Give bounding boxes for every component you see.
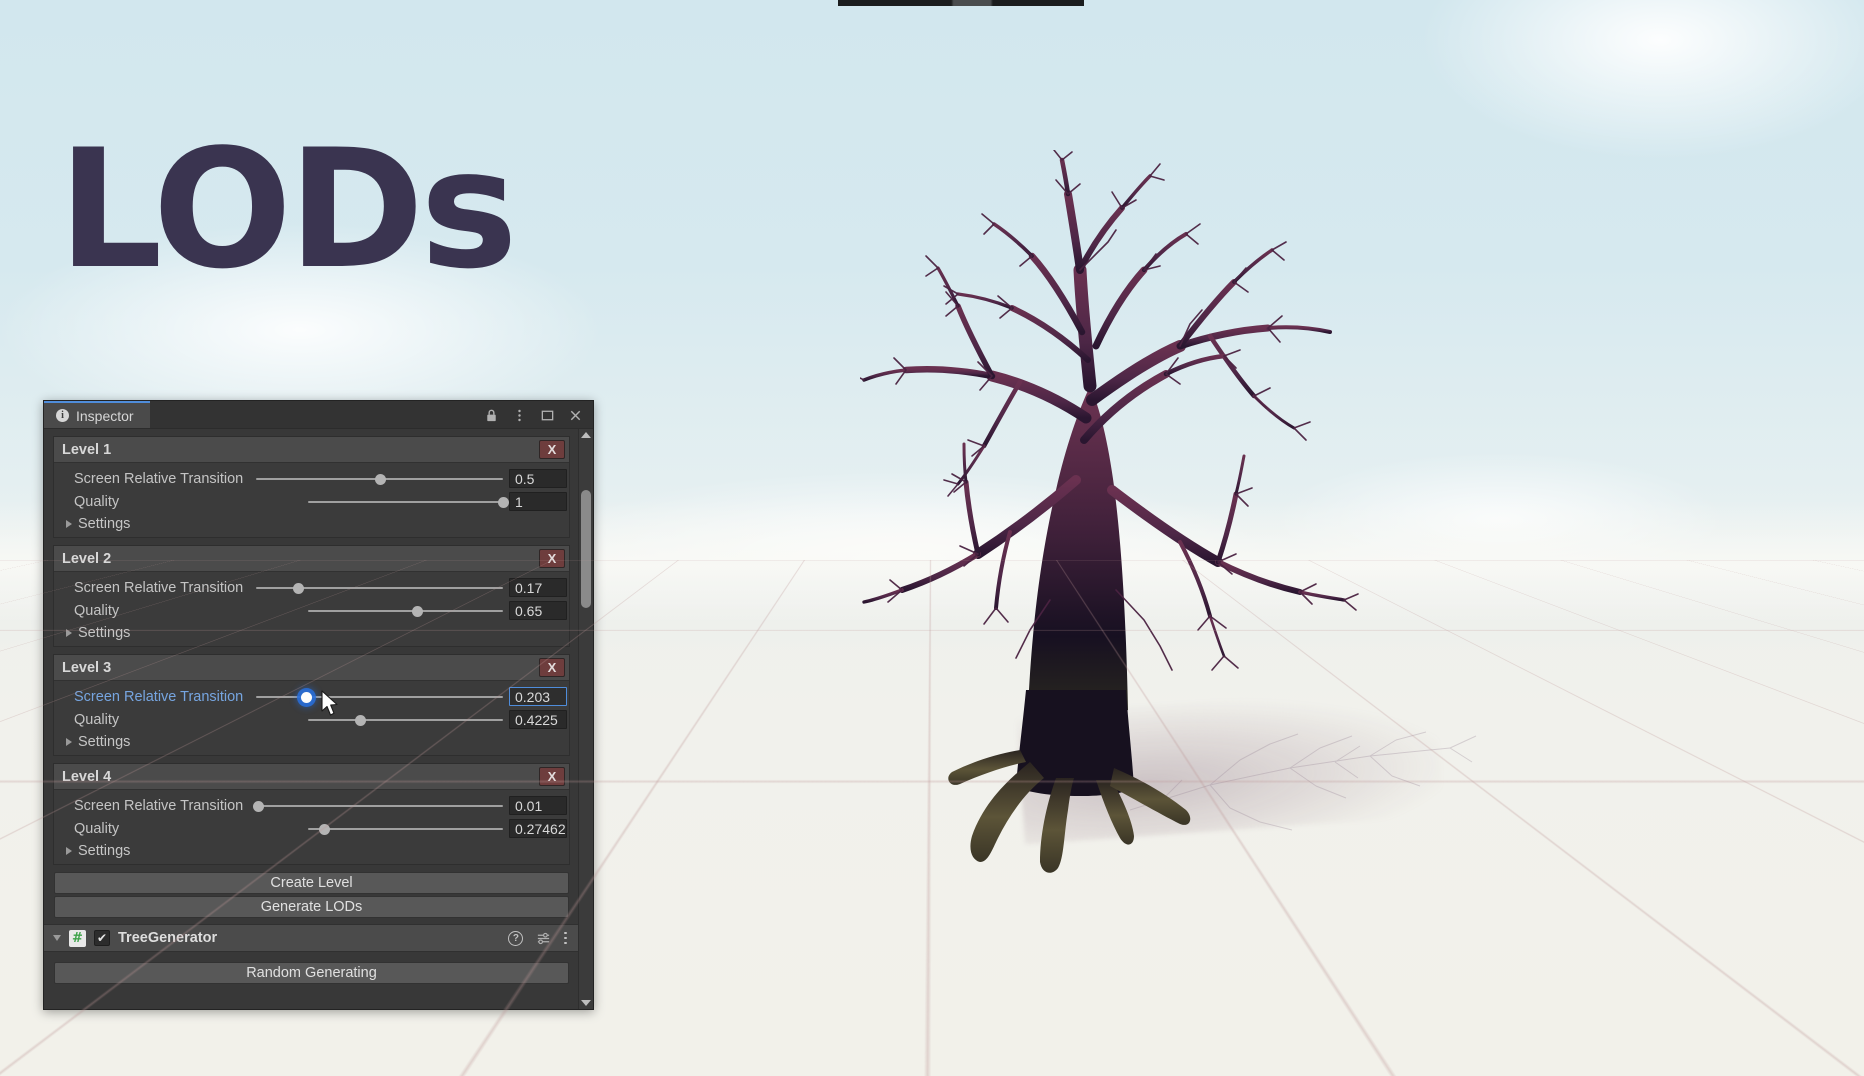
lod-level-title: Level 1 <box>62 441 112 458</box>
screen-relative-transition-slider[interactable] <box>256 580 503 596</box>
property-label: Quality <box>74 493 120 510</box>
property-row-quality: Quality 0.27462 <box>56 817 567 840</box>
remove-level-button[interactable]: X <box>539 440 565 459</box>
inspector-scrollbar[interactable] <box>578 429 593 1009</box>
property-label: Screen Relative Transition <box>74 688 244 705</box>
lod-level-header: Level 2 X <box>54 546 569 572</box>
help-icon[interactable]: ? <box>508 930 524 946</box>
kebab-menu-icon[interactable] <box>564 931 567 945</box>
settings-foldout[interactable]: Settings <box>56 513 567 534</box>
property-value-field[interactable]: 0.203 <box>509 687 567 706</box>
property-row-screen-relative-transition: Screen Relative Transition 0.17 <box>56 576 567 599</box>
lod-level-title: Level 2 <box>62 550 112 567</box>
inspector-content: Level 1 X Screen Relative Transition 0.5 <box>44 429 578 1009</box>
lod-level-block: Level 4 X Screen Relative Transition 0.0… <box>53 763 570 865</box>
component-body: Random Generating <box>53 952 570 984</box>
property-row-screen-relative-transition: Screen Relative Transition 0.01 <box>56 794 567 817</box>
property-value-field[interactable]: 0.01 <box>509 796 567 815</box>
settings-foldout-label: Settings <box>78 515 131 532</box>
generate-lods-button[interactable]: Generate LODs <box>54 896 569 918</box>
property-label: Screen Relative Transition <box>74 797 244 814</box>
component-header-treegenerator: # ✔ TreeGenerator ? <box>44 924 578 952</box>
scroll-down-arrow-icon[interactable] <box>581 1000 591 1006</box>
chevron-right-icon <box>66 846 72 855</box>
remove-level-button[interactable]: X <box>539 767 565 786</box>
property-value-field[interactable]: 0.4225 <box>509 710 567 729</box>
settings-foldout[interactable]: Settings <box>56 840 567 861</box>
overlay-title-lods: LODs <box>58 114 518 305</box>
quality-slider[interactable] <box>256 821 503 837</box>
property-row-screen-relative-transition: Screen Relative Transition 0.5 <box>56 467 567 490</box>
maximize-icon[interactable] <box>540 408 555 423</box>
lock-icon[interactable] <box>484 408 499 423</box>
scrollbar-thumb[interactable] <box>581 490 591 608</box>
top-toolbar-strip <box>838 0 1084 6</box>
property-value-field[interactable]: 0.65 <box>509 601 567 620</box>
lod-level-header: Level 4 X <box>54 764 569 790</box>
info-circle-icon: i <box>56 409 69 422</box>
lod-level-rows: Screen Relative Transition 0.203 Quality <box>54 681 569 755</box>
close-icon[interactable] <box>568 408 583 423</box>
property-value-field[interactable]: 0.17 <box>509 578 567 597</box>
preset-icon[interactable] <box>536 931 551 946</box>
screen-root: LODs i Inspector Level 1 X Screen Relati… <box>0 0 1864 1076</box>
kebab-menu-icon[interactable] <box>512 408 527 423</box>
chevron-right-icon <box>66 737 72 746</box>
quality-slider[interactable] <box>256 712 503 728</box>
quality-slider[interactable] <box>256 603 503 619</box>
lod-level-rows: Screen Relative Transition 0.5 Quality 1… <box>54 463 569 537</box>
lod-level-header: Level 1 X <box>54 437 569 463</box>
property-value-field[interactable]: 0.5 <box>509 469 567 488</box>
chevron-right-icon <box>66 628 72 637</box>
settings-foldout[interactable]: Settings <box>56 731 567 752</box>
create-level-button[interactable]: Create Level <box>54 872 569 894</box>
quality-slider[interactable] <box>256 494 509 510</box>
component-enabled-checkbox[interactable]: ✔ <box>94 930 110 946</box>
random-generating-button[interactable]: Random Generating <box>54 962 569 984</box>
lod-level-block: Level 1 X Screen Relative Transition 0.5 <box>53 436 570 538</box>
chevron-right-icon <box>66 519 72 528</box>
remove-level-button[interactable]: X <box>539 658 565 677</box>
inspector-window: i Inspector Level 1 X Screen Relative Tr… <box>43 400 594 1010</box>
lod-level-title: Level 4 <box>62 768 112 785</box>
settings-foldout-label: Settings <box>78 733 131 750</box>
tab-inspector[interactable]: i Inspector <box>44 401 150 428</box>
component-name: TreeGenerator <box>118 930 218 946</box>
property-row-quality: Quality 0.4225 <box>56 708 567 731</box>
tab-inspector-label: Inspector <box>76 407 134 424</box>
lod-level-rows: Screen Relative Transition 0.01 Quality <box>54 790 569 864</box>
property-label: Quality <box>74 602 120 619</box>
lod-level-block: Level 3 X Screen Relative Transition 0.2… <box>53 654 570 756</box>
settings-foldout-label: Settings <box>78 842 131 859</box>
property-value-field[interactable]: 1 <box>509 492 567 511</box>
screen-relative-transition-slider[interactable] <box>256 471 503 487</box>
property-value-field[interactable]: 0.27462 <box>509 819 567 838</box>
property-label: Quality <box>74 820 120 837</box>
tabbar-filler <box>149 401 484 428</box>
property-label: Screen Relative Transition <box>74 579 244 596</box>
inspector-window-controls <box>484 401 593 428</box>
lod-level-title: Level 3 <box>62 659 112 676</box>
property-row-quality: Quality 1 <box>56 490 567 513</box>
property-label: Quality <box>74 711 120 728</box>
remove-level-button[interactable]: X <box>539 549 565 568</box>
chevron-down-icon[interactable] <box>53 935 61 941</box>
property-row-quality: Quality 0.65 <box>56 599 567 622</box>
lod-level-rows: Screen Relative Transition 0.17 Quality <box>54 572 569 646</box>
tree-model <box>860 150 1359 873</box>
lod-level-header: Level 3 X <box>54 655 569 681</box>
property-row-screen-relative-transition: Screen Relative Transition 0.203 <box>56 685 567 708</box>
inspector-body: Level 1 X Screen Relative Transition 0.5 <box>44 429 593 1009</box>
screen-relative-transition-slider[interactable] <box>256 689 503 705</box>
scrollbar-rail[interactable] <box>579 438 593 1000</box>
settings-foldout[interactable]: Settings <box>56 622 567 643</box>
settings-foldout-label: Settings <box>78 624 131 641</box>
component-header-icons: ? <box>508 930 567 946</box>
screen-relative-transition-slider[interactable] <box>253 798 503 814</box>
script-icon: # <box>69 929 86 947</box>
lod-level-block: Level 2 X Screen Relative Transition 0.1… <box>53 545 570 647</box>
inspector-tabbar: i Inspector <box>44 401 593 429</box>
property-label: Screen Relative Transition <box>74 470 244 487</box>
